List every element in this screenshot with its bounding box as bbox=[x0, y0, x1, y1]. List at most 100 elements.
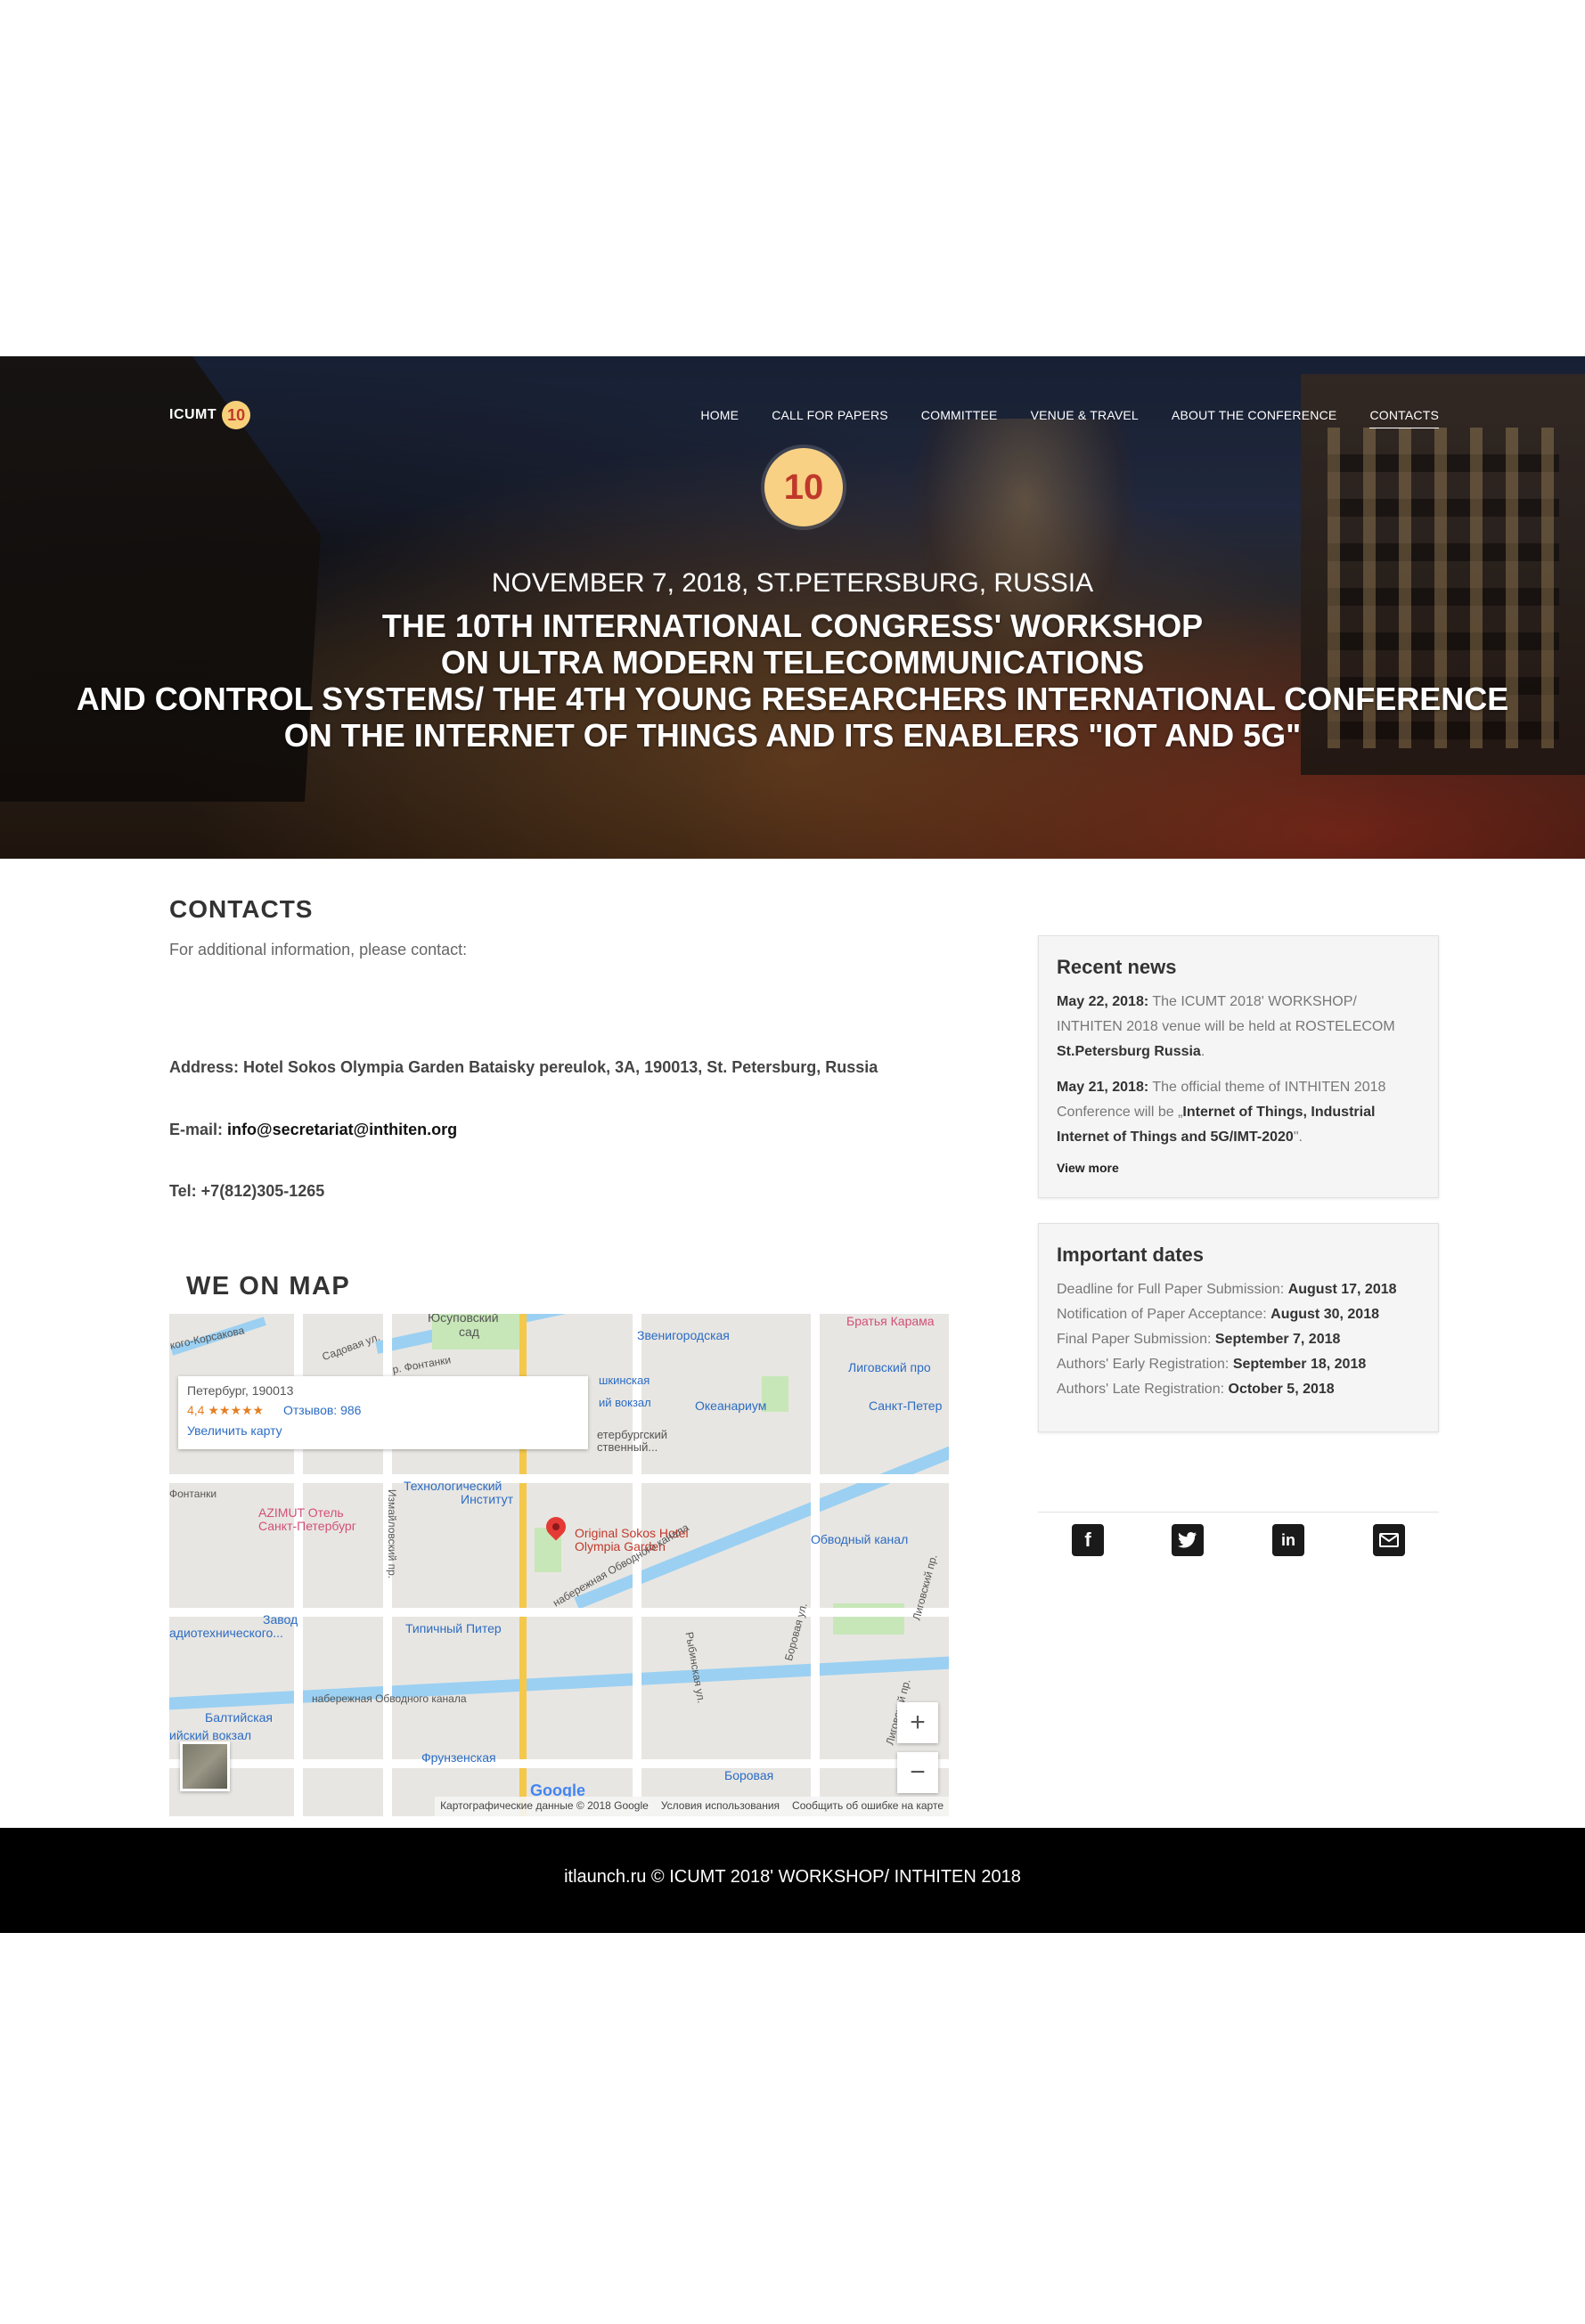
contacts-intro: For additional information, please conta… bbox=[169, 941, 468, 958]
map-heading: WE ON MAP bbox=[186, 1272, 351, 1301]
nav-venue-travel[interactable]: VENUE & TRAVEL bbox=[1031, 408, 1139, 428]
date-label: Authors' Late Registration: bbox=[1057, 1382, 1225, 1397]
date-item: Authors' Late Registration: October 5, 2… bbox=[1057, 1377, 1420, 1402]
reviews-link[interactable]: Отзывов: 986 bbox=[283, 1403, 361, 1417]
enlarge-map-link[interactable]: Увеличить карту bbox=[187, 1423, 579, 1438]
map-label: AZIMUT Отель bbox=[258, 1505, 344, 1520]
date-label: Notification of Paper Acceptance: bbox=[1057, 1307, 1267, 1322]
road bbox=[169, 1759, 949, 1768]
date-label: Authors' Early Registration: bbox=[1057, 1357, 1230, 1372]
news-end: ". bbox=[1293, 1129, 1303, 1145]
nav-call-for-papers[interactable]: CALL FOR PAPERS bbox=[772, 408, 888, 428]
map-label: Завод bbox=[263, 1612, 298, 1627]
tel-line: Tel: +7(812)305-1265 bbox=[169, 1182, 325, 1200]
email-line: E-mail: info@secretariat@inthiten.org bbox=[169, 1121, 457, 1139]
facebook-icon[interactable]: f bbox=[1072, 1524, 1104, 1556]
page-title: CONTACTS bbox=[169, 895, 314, 923]
map-footer: Картографические данные © 2018 Google Ус… bbox=[435, 1797, 949, 1816]
map-label: набережная Обводного канала bbox=[312, 1692, 467, 1705]
zoom-out-button[interactable]: − bbox=[897, 1752, 938, 1793]
map-label: етербургский bbox=[597, 1428, 667, 1441]
map-label: Обводный канал bbox=[811, 1532, 909, 1546]
title-line: ON ULTRA MODERN TELECOMMUNICATIONS bbox=[440, 644, 1145, 681]
site-footer: itlaunch.ru © ICUMT 2018' WORKSHOP/ INTH… bbox=[0, 1828, 1585, 1933]
date-item: Authors' Early Registration: September 1… bbox=[1057, 1352, 1420, 1377]
news-bold: St.Petersburg Russia bbox=[1057, 1044, 1201, 1059]
linkedin-icon[interactable]: in bbox=[1272, 1524, 1304, 1556]
twitter-icon[interactable] bbox=[1172, 1524, 1204, 1556]
logo-text: ICUMT bbox=[169, 407, 217, 422]
news-date: May 21, 2018: bbox=[1057, 1080, 1149, 1095]
title-line: AND CONTROL SYSTEMS/ THE 4TH YOUNG RESEA… bbox=[76, 681, 1509, 717]
title-line: ON THE INTERNET OF THINGS AND ITS ENABLE… bbox=[283, 717, 1302, 754]
social-divider bbox=[1038, 1512, 1439, 1513]
nav-contacts[interactable]: CONTACTS bbox=[1369, 408, 1439, 428]
map-label: Измайловский пр. bbox=[386, 1488, 399, 1579]
title-line: THE 10TH INTERNATIONAL CONGRESS' WORKSHO… bbox=[381, 608, 1204, 644]
anniversary-badge-icon: 10 bbox=[764, 448, 843, 526]
map-label: шкинская bbox=[599, 1374, 650, 1387]
road bbox=[169, 1474, 949, 1483]
obvodny-canal bbox=[574, 1440, 949, 1610]
dates-heading: Important dates bbox=[1057, 1244, 1205, 1266]
map-label: Звенигородская bbox=[637, 1328, 730, 1342]
nav-about-conference[interactable]: ABOUT THE CONFERENCE bbox=[1172, 408, 1337, 428]
mail-icon[interactable] bbox=[1373, 1524, 1405, 1556]
date-label: Final Paper Submission: bbox=[1057, 1332, 1212, 1347]
map-label: сад bbox=[459, 1325, 479, 1339]
map-label: Балтийская bbox=[205, 1710, 273, 1725]
map-label: Санкт-Петербург bbox=[258, 1519, 356, 1533]
map-label: Фонтанки bbox=[169, 1488, 217, 1500]
card-rating: 4,4 ★★★★★ Отзывов: 986 bbox=[187, 1403, 579, 1418]
map-label: Океанариум bbox=[695, 1398, 767, 1413]
date-label: Deadline for Full Paper Submission: bbox=[1057, 1282, 1285, 1297]
date-value: August 17, 2018 bbox=[1287, 1282, 1397, 1297]
google-map[interactable]: Юсуповский сад Звенигородская Братья Кар… bbox=[169, 1314, 949, 1816]
map-label: адиотехнического... bbox=[169, 1626, 283, 1640]
main-nav: HOME CALL FOR PAPERS COMMITTEE VENUE & T… bbox=[700, 408, 1439, 428]
address-line: Address: Hotel Sokos Olympia Garden Bata… bbox=[169, 1058, 878, 1076]
news-date: May 22, 2018: bbox=[1057, 994, 1149, 1009]
nav-committee[interactable]: COMMITTEE bbox=[921, 408, 998, 428]
date-value: October 5, 2018 bbox=[1228, 1382, 1335, 1397]
map-label: Санкт-Петер bbox=[869, 1398, 943, 1413]
map-info-card: Петербург, 190013 4,4 ★★★★★ Отзывов: 986… bbox=[178, 1376, 588, 1449]
map-label: ийский вокзал bbox=[169, 1728, 252, 1742]
news-end: . bbox=[1200, 1044, 1205, 1059]
map-label: кого-Корсакова bbox=[169, 1324, 246, 1352]
site-logo[interactable]: ICUMT 10 bbox=[169, 401, 251, 429]
email-link[interactable]: info@secretariat@inthiten.org bbox=[227, 1121, 457, 1138]
news-item: May 22, 2018: The ICUMT 2018' WORKSHOP/ … bbox=[1057, 990, 1420, 1064]
recent-news-panel: Recent news May 22, 2018: The ICUMT 2018… bbox=[1038, 935, 1439, 1198]
map-label: Фрунзенская bbox=[421, 1750, 496, 1765]
date-value: September 18, 2018 bbox=[1232, 1357, 1367, 1372]
footer-text: itlaunch.ru © ICUMT 2018' WORKSHOP/ INTH… bbox=[564, 1867, 1021, 1887]
view-more-link[interactable]: View more bbox=[1057, 1161, 1420, 1175]
hero-banner: ICUMT 10 HOME CALL FOR PAPERS COMMITTEE … bbox=[0, 356, 1585, 859]
map-label: Садовая ул. bbox=[320, 1330, 382, 1364]
date-item: Final Paper Submission: September 7, 201… bbox=[1057, 1327, 1420, 1352]
map-label: Юсуповский bbox=[428, 1314, 499, 1325]
map-label: Боровая bbox=[724, 1768, 774, 1782]
map-label: Рыбинская ул. bbox=[682, 1630, 708, 1705]
nav-home[interactable]: HOME bbox=[700, 408, 739, 428]
map-label: Институт bbox=[461, 1492, 514, 1506]
logo-badge-icon: 10 bbox=[222, 401, 251, 429]
card-address: Петербург, 190013 bbox=[187, 1383, 294, 1398]
email-label: E-mail: bbox=[169, 1121, 224, 1138]
map-terms-link[interactable]: Условия использования bbox=[661, 1799, 780, 1814]
satellite-toggle-button[interactable] bbox=[180, 1741, 230, 1791]
event-date: NOVEMBER 7, 2018, ST.PETERSBURG, RUSSIA bbox=[491, 568, 1094, 598]
map-label: ий вокзал bbox=[599, 1396, 651, 1409]
road bbox=[633, 1314, 641, 1816]
date-value: September 7, 2018 bbox=[1214, 1332, 1341, 1347]
event-title: THE 10TH INTERNATIONAL CONGRESS' WORKSHO… bbox=[53, 608, 1532, 754]
date-value: August 30, 2018 bbox=[1270, 1307, 1379, 1322]
map-report-link[interactable]: Сообщить об ошибке на карте bbox=[792, 1799, 944, 1814]
road bbox=[811, 1314, 820, 1816]
zoom-in-button[interactable]: + bbox=[897, 1702, 938, 1743]
map-label: Лиговский про bbox=[848, 1360, 931, 1374]
map-label: Технологический bbox=[404, 1479, 502, 1493]
map-label: ственный... bbox=[597, 1440, 658, 1454]
map-label: р. Фонтанки bbox=[391, 1353, 453, 1376]
